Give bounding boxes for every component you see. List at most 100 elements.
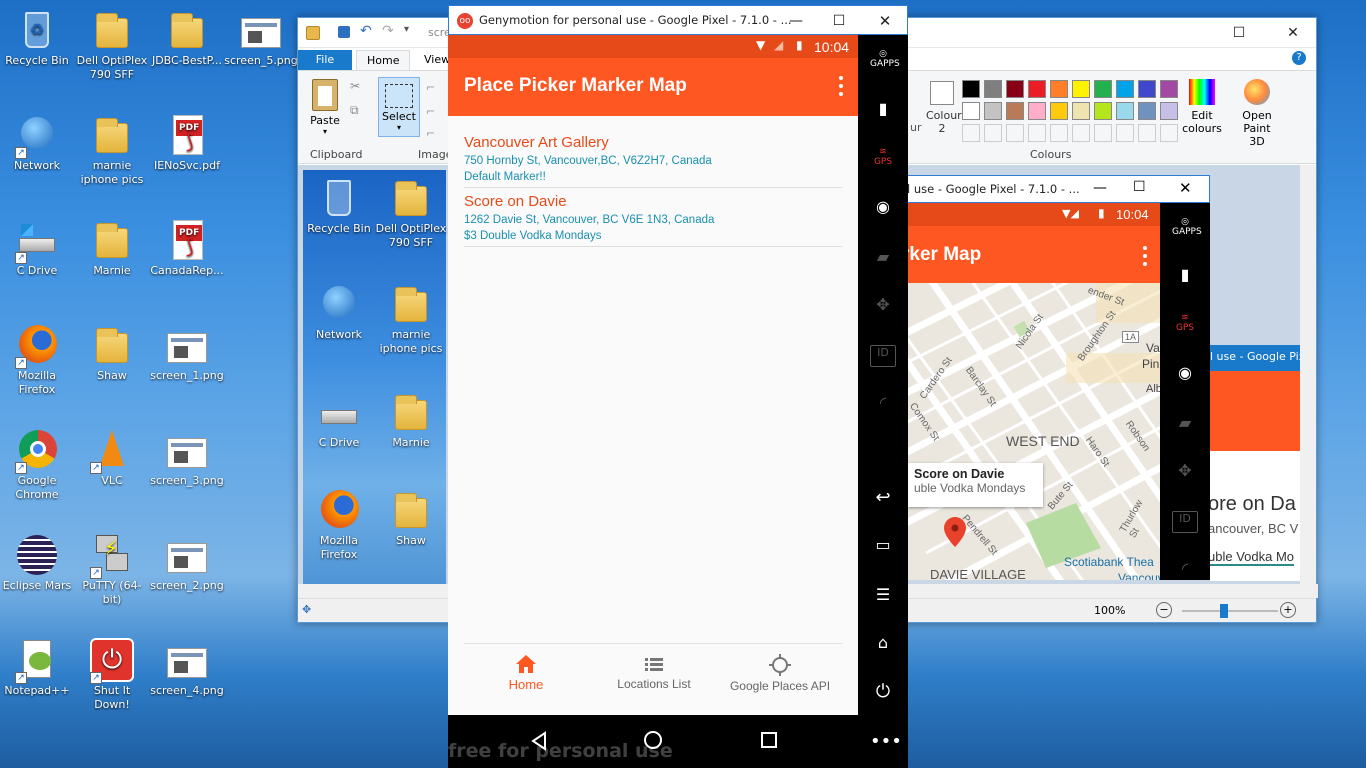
peek-window[interactable]: l use - Google Pix ore on Da ancouver, B… (1210, 345, 1300, 581)
more-side-icon[interactable]: ••• (870, 731, 902, 753)
map-view[interactable]: WEST END DAVIE VILLAGE Scotiabank Thea V… (906, 283, 1160, 580)
genymotion-window-secondary[interactable]: l use - Google Pixel - 7.1.0 - ... — ☐ ✕… (906, 175, 1210, 580)
custom-colour-slot[interactable] (1160, 124, 1178, 142)
desktop-icon[interactable]: screen_1.png (150, 323, 224, 383)
desktop-icon[interactable]: ⏻ ↗ Shut It Down! (75, 638, 149, 712)
resize-icon[interactable]: ⌐ (426, 105, 435, 118)
custom-colour-slot[interactable] (1072, 124, 1090, 142)
custom-colour-slot[interactable] (962, 124, 980, 142)
location-list-item[interactable]: Vancouver Art Gallery 750 Hornby St, Vanc… (464, 133, 842, 188)
colour-swatch[interactable] (1138, 80, 1156, 98)
device-id-icon[interactable]: ID (870, 345, 896, 367)
desktop-icon[interactable]: ♻ Recycle Bin (0, 8, 74, 68)
geny2-network-icon[interactable]: ◜ (1172, 559, 1198, 580)
back-side-icon[interactable]: ↩ (870, 487, 896, 509)
marker-info-window[interactable]: Score on Davie uble Vodka Mondays (908, 463, 1043, 507)
desktop-icon[interactable]: Marnie (75, 218, 149, 278)
power-side-icon[interactable]: ⏻ (870, 681, 896, 703)
open-paint3d-button[interactable]: Open Paint 3D (1234, 79, 1280, 148)
recent-apps-side-icon[interactable]: ▭ (870, 535, 896, 557)
webcam-icon[interactable]: ◉ (870, 197, 896, 219)
genymotion-window[interactable]: oo Genymotion for personal use - Google … (448, 5, 908, 768)
colour2-button[interactable]: Colour 2 (926, 81, 962, 135)
desktop-icon[interactable]: screen_2.png (150, 533, 224, 593)
capture-icon[interactable]: ▰ (870, 247, 896, 269)
restore-button[interactable]: ☐ (1224, 22, 1254, 44)
desktop-icon[interactable]: screen_4.png (150, 638, 224, 698)
help-icon[interactable]: ? (1292, 51, 1306, 65)
zoom-out-button[interactable]: − (1156, 602, 1172, 618)
desktop-icon[interactable]: Dell OptiPlex 790 SFF (75, 8, 149, 82)
save-icon[interactable] (338, 26, 350, 38)
menu-side-icon[interactable]: ☰ (870, 585, 896, 607)
geny2-camera-icon[interactable]: ◉ (1172, 363, 1198, 385)
colour-swatch[interactable] (1116, 102, 1134, 120)
desktop-icon[interactable]: PDF ⟆ CanadaRep... (150, 218, 224, 278)
edit-colours-button[interactable]: Edit colours (1182, 79, 1222, 135)
geny2-battery-side-icon[interactable]: ▮ (1172, 265, 1198, 287)
battery-side-icon[interactable]: ▮ (870, 99, 896, 121)
desktop-icon[interactable]: ↗ Notepad++ (0, 638, 74, 698)
custom-colour-slot[interactable] (1006, 124, 1024, 142)
nav-google-places[interactable]: Google Places API (722, 654, 838, 693)
custom-colour-slot[interactable] (1138, 124, 1156, 142)
zoom-in-button[interactable]: + (1280, 602, 1296, 618)
colour-swatch[interactable] (1006, 80, 1024, 98)
colour-swatch[interactable] (1072, 80, 1090, 98)
rotate-icon[interactable]: ⌐ (426, 127, 435, 140)
custom-colour-slot[interactable] (1028, 124, 1046, 142)
recents-icon[interactable] (760, 731, 778, 749)
colour-swatch[interactable] (1028, 80, 1046, 98)
geny2-overflow-menu-icon[interactable] (1142, 246, 1148, 266)
map-marker-pin-icon[interactable] (944, 517, 966, 547)
desktop-icon[interactable]: ↗ Network (0, 113, 74, 173)
colour-swatch[interactable] (1160, 80, 1178, 98)
select-button[interactable]: Select ▾ (378, 77, 420, 137)
android-screen[interactable]: ▼ ◢ ▮ 10:04 Place Picker Marker Map Vanc… (448, 35, 858, 715)
dpad-icon[interactable]: ✥ (870, 295, 896, 317)
crop-icon[interactable]: ⌐ (426, 81, 435, 94)
custom-colour-slot[interactable] (1116, 124, 1134, 142)
close-button[interactable]: ✕ (870, 10, 900, 32)
colour-swatch[interactable] (962, 102, 980, 120)
copy-icon[interactable]: ⧉ (350, 103, 359, 118)
cut-icon[interactable]: ✂ (350, 79, 360, 93)
nav-home[interactable]: Home (494, 654, 558, 692)
undo-icon[interactable]: ↶ (360, 23, 372, 39)
colour-swatch[interactable] (1094, 80, 1112, 98)
tab-file[interactable]: File (298, 50, 352, 70)
custom-colour-slot[interactable] (984, 124, 1002, 142)
colour-swatch[interactable] (1116, 80, 1134, 98)
colour-swatch[interactable] (1006, 102, 1024, 120)
colour-swatch[interactable] (1050, 80, 1068, 98)
zoom-slider[interactable] (1182, 604, 1278, 618)
colour-swatch[interactable] (1028, 102, 1046, 120)
geny2-gapps-icon[interactable]: ◎ GAPPS (1172, 217, 1202, 239)
minimize-button[interactable]: — (781, 10, 811, 32)
overflow-menu-icon[interactable] (838, 76, 844, 96)
desktop-icon[interactable]: marnie iphone pics (75, 113, 149, 187)
geny2-dpad-icon[interactable]: ✥ (1172, 461, 1198, 483)
network-side-icon[interactable]: ◜ (870, 393, 896, 415)
colour-swatch[interactable] (1160, 102, 1178, 120)
home-side-icon[interactable]: ⌂ (870, 633, 896, 655)
desktop-icon[interactable]: ⚡ ↗ PuTTY (64-bit) (75, 533, 149, 607)
desktop-icon[interactable]: ↗ Google Chrome (0, 428, 74, 502)
vertical-scrollbar[interactable] (1300, 165, 1316, 584)
colour-swatch[interactable] (1138, 102, 1156, 120)
custom-colour-slot[interactable] (1094, 124, 1112, 142)
gps-icon[interactable]: ≋ GPS (870, 147, 896, 169)
custom-colour-slot[interactable] (1050, 124, 1068, 142)
paste-button[interactable]: Paste ▾ (308, 79, 342, 136)
desktop-icon[interactable]: Shaw (75, 323, 149, 383)
tab-home[interactable]: Home (356, 50, 411, 70)
desktop-icon[interactable]: Eclipse Mars (0, 533, 74, 593)
desktop-icon[interactable]: screen_3.png (150, 428, 224, 488)
redo-icon[interactable]: ↷ (382, 23, 394, 39)
colour-swatch[interactable] (984, 102, 1002, 120)
geny2-gps-icon[interactable]: ≋ GPS (1172, 313, 1198, 335)
desktop-icon[interactable]: screen_5.png (224, 8, 298, 68)
colour-swatch[interactable] (1072, 102, 1090, 120)
colour-swatch[interactable] (984, 80, 1002, 98)
desktop-icon[interactable]: JDBC-BestP... (150, 8, 224, 68)
